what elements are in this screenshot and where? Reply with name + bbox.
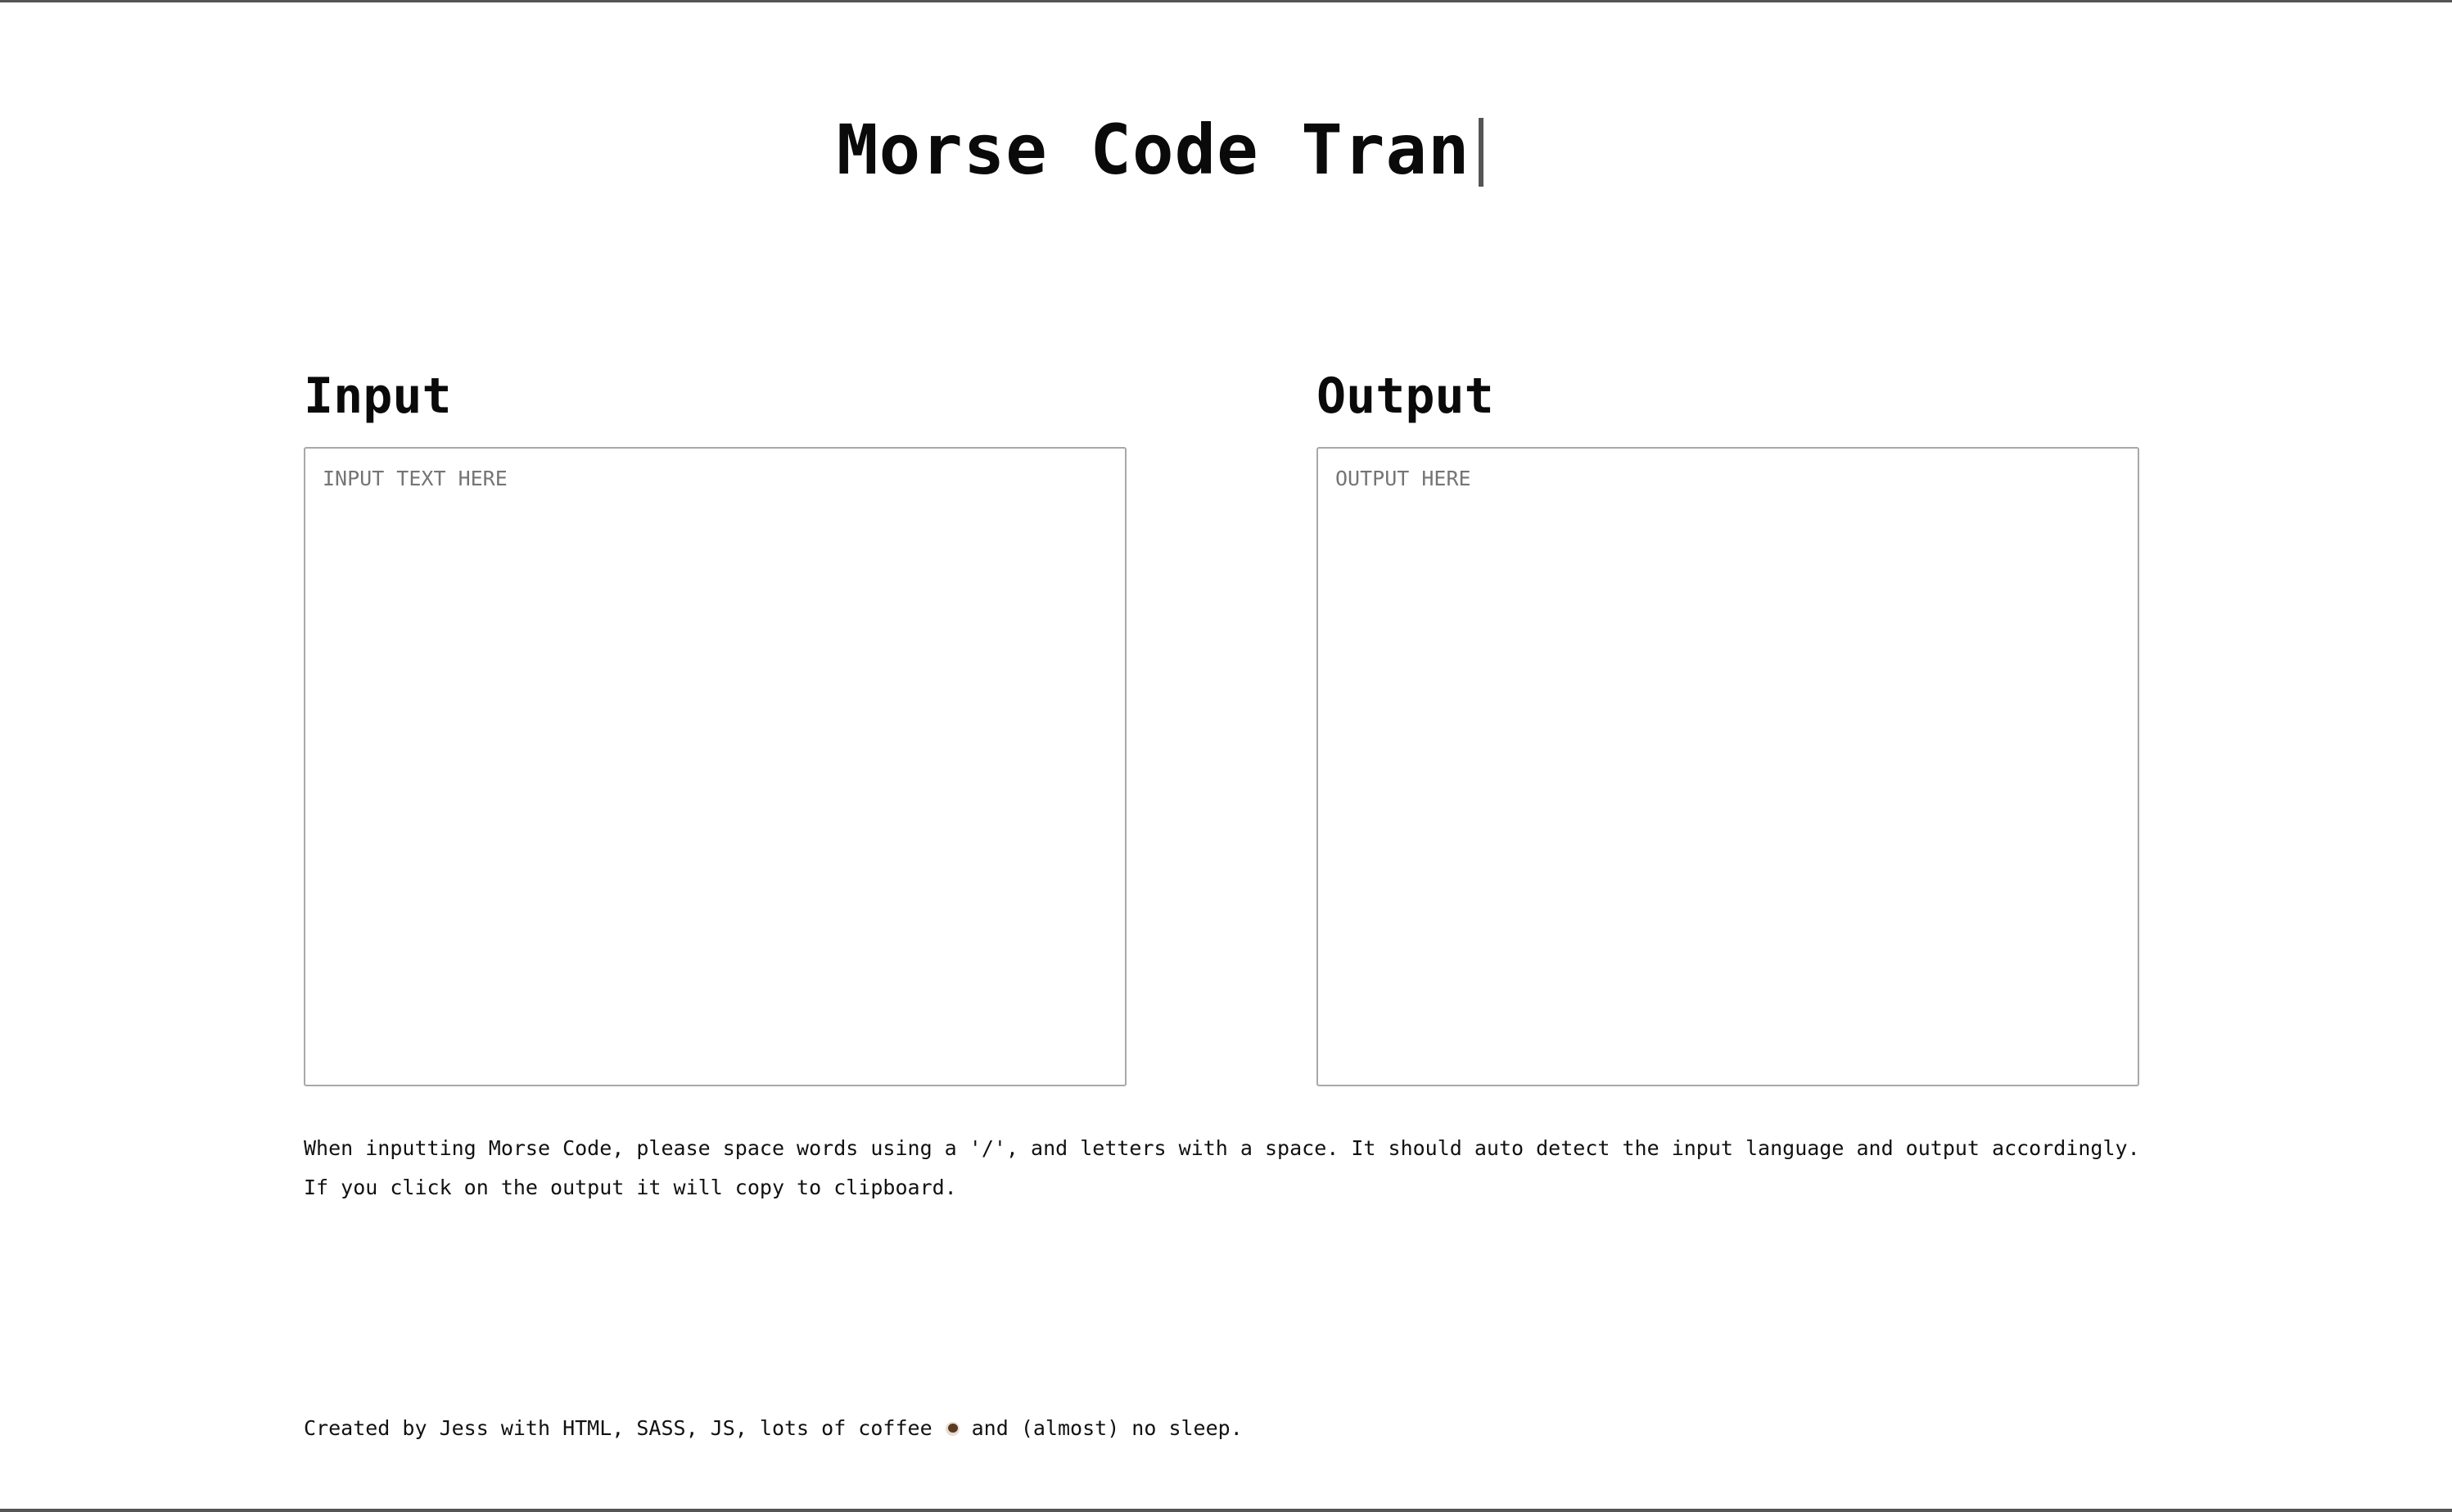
input-textarea[interactable] — [304, 447, 1127, 1086]
typing-caret — [1478, 118, 1483, 187]
page-title-wrapper: Morse Code Tran — [837, 105, 1483, 195]
instructions-line-1: When inputting Morse Code, please space … — [304, 1136, 2140, 1160]
output-heading: Output — [1316, 368, 1494, 425]
top-border — [0, 0, 2452, 2]
footer-text-end: and (almost) no sleep. — [971, 1416, 1243, 1440]
instructions-line-2: If you click on the output it will copy … — [304, 1176, 957, 1199]
footer: Created by Jess with HTML, SASS, JS, lot… — [304, 1415, 1243, 1442]
bottom-border — [0, 1509, 2452, 1512]
footer-text-start: Created by Jess with HTML, SASS, JS, lot… — [304, 1416, 932, 1440]
input-heading: Input — [304, 368, 452, 425]
output-textarea[interactable] — [1316, 447, 2139, 1086]
coffee-icon — [944, 1419, 962, 1438]
page-title: Morse Code Tran — [837, 110, 1470, 190]
